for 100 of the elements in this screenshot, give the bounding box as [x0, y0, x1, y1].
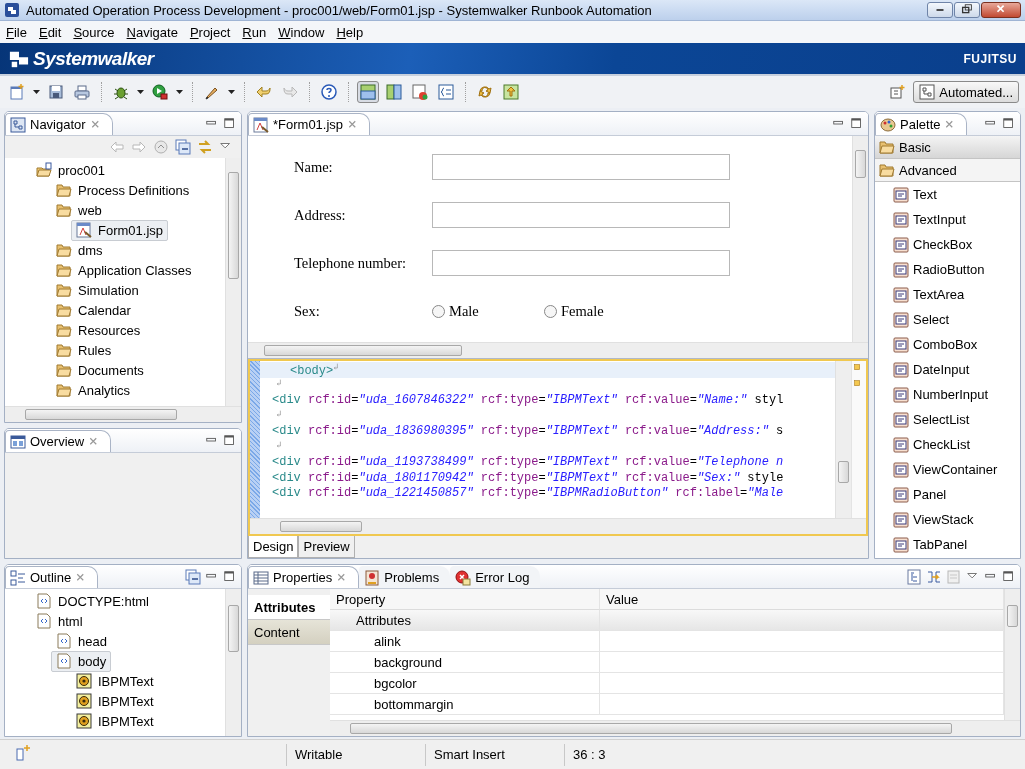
tree-item[interactable]: DOCTYPE:html — [31, 590, 154, 612]
filter-icon[interactable] — [926, 568, 942, 585]
horizontal-scrollbar[interactable] — [330, 720, 1020, 736]
palette-item[interactable]: ViewContainer — [893, 457, 1020, 482]
tree-item[interactable]: Form01.jsp — [71, 219, 169, 241]
tree-item[interactable]: head — [51, 630, 112, 652]
menu-item[interactable]: Edit — [32, 24, 68, 40]
caret-icon[interactable] — [227, 88, 236, 96]
input-field[interactable] — [432, 202, 730, 228]
vertical-scrollbar[interactable] — [835, 361, 851, 518]
view-tab[interactable]: Problems — [359, 566, 451, 588]
help-button[interactable] — [318, 81, 340, 103]
menu-item[interactable]: Window — [272, 24, 331, 40]
palette-item[interactable]: ComboBox — [893, 332, 1020, 357]
column-header[interactable]: Value — [600, 589, 1004, 610]
palette-item[interactable]: SelectList — [893, 407, 1020, 432]
tree-item[interactable]: web — [51, 199, 107, 221]
palette-item[interactable]: TabPanel — [893, 532, 1020, 557]
collapse-all-icon[interactable] — [185, 568, 201, 585]
editor-tab[interactable]: Preview — [298, 536, 355, 558]
palette-item[interactable]: TextArea — [893, 282, 1020, 307]
tree-item[interactable]: Application Classes — [51, 259, 197, 281]
tree-item[interactable]: Process Definitions — [51, 179, 195, 201]
view-tab[interactable]: Outline — [5, 566, 99, 588]
tree-item[interactable]: proc001 — [31, 159, 110, 181]
source-button[interactable] — [435, 81, 457, 103]
radio-button[interactable]: Female — [544, 302, 656, 320]
section-tab[interactable]: Content — [248, 620, 330, 645]
maximize-icon[interactable] — [223, 116, 237, 131]
tree-item[interactable]: dms — [51, 239, 108, 261]
close-button[interactable] — [981, 2, 1021, 18]
palette-item[interactable]: CheckBox — [893, 232, 1020, 257]
perspective-button[interactable]: Automated... — [913, 81, 1019, 103]
tree-item[interactable]: IBPMText — [71, 670, 159, 692]
minimize-button[interactable] — [927, 2, 953, 18]
vertical-scrollbar[interactable] — [225, 158, 241, 406]
export-button[interactable] — [500, 81, 522, 103]
palette-item[interactable]: Panel — [893, 482, 1020, 507]
tree-item[interactable]: Simulation — [51, 279, 144, 301]
caret-icon[interactable] — [136, 88, 145, 96]
up-icon[interactable] — [153, 139, 169, 155]
menu-item[interactable]: File — [0, 24, 33, 40]
tree-item[interactable]: Analytics — [51, 379, 136, 401]
tree-item[interactable]: Rules — [51, 339, 117, 361]
tree-item[interactable]: Documents — [51, 359, 149, 381]
palette-item[interactable]: DateInput — [893, 357, 1020, 382]
tree-item[interactable]: IBPMText — [71, 690, 159, 712]
palette-drawer[interactable]: Basic — [875, 136, 1020, 159]
palette-item[interactable]: RadioButton — [893, 257, 1020, 282]
run-button[interactable] — [149, 81, 171, 103]
palette-item[interactable]: NumberInput — [893, 382, 1020, 407]
tree-item[interactable]: Resources — [51, 319, 146, 341]
tree-item[interactable]: Calendar — [51, 299, 136, 321]
view-tab[interactable]: Error Log — [450, 566, 541, 588]
palette-item[interactable]: TextInput — [893, 207, 1020, 232]
palette-drawer[interactable]: Advanced — [875, 159, 1020, 182]
horizontal-scrollbar[interactable] — [248, 342, 868, 358]
horizontal-scrollbar[interactable] — [250, 518, 866, 534]
tree-item[interactable]: body — [51, 650, 112, 672]
editor-tab[interactable]: Design — [248, 536, 299, 558]
menu-item[interactable]: Project — [183, 24, 237, 40]
view-tab[interactable]: Palette — [875, 113, 968, 135]
back-icon[interactable] — [109, 139, 125, 155]
maximize-icon[interactable] — [223, 569, 237, 584]
menu-item[interactable]: Run — [236, 24, 273, 40]
palette-item[interactable]: Text — [893, 182, 1020, 207]
palette-item[interactable]: Select — [893, 307, 1020, 332]
forward-icon[interactable] — [131, 139, 147, 155]
maximize-icon[interactable] — [850, 116, 864, 131]
tree-item[interactable]: IBPMText — [71, 710, 159, 732]
vertical-scrollbar[interactable] — [225, 589, 241, 736]
maximize-icon[interactable] — [1002, 116, 1016, 131]
horizontal-scrollbar[interactable] — [5, 406, 241, 422]
vertical-scrollbar[interactable] — [1004, 589, 1020, 720]
palette-item[interactable]: ViewStack — [893, 507, 1020, 532]
radio-button[interactable]: Male — [432, 302, 544, 320]
input-field[interactable] — [432, 250, 730, 276]
tree-item[interactable]: html — [31, 610, 88, 632]
menu-item[interactable]: Navigate — [120, 24, 184, 40]
view-tab[interactable]: *Form01.jsp — [248, 113, 371, 135]
caret-icon[interactable] — [175, 88, 184, 96]
maximize-icon[interactable] — [223, 433, 237, 448]
palette-item[interactable]: CheckList — [893, 432, 1020, 457]
split-layout-button[interactable] — [357, 81, 379, 103]
view-tab[interactable]: Navigator — [5, 113, 113, 135]
columns-layout-button[interactable] — [383, 81, 405, 103]
caret-icon[interactable] — [32, 88, 41, 96]
link-icon[interactable] — [197, 139, 213, 155]
tree-icon[interactable] — [906, 568, 922, 585]
collapse-all-icon[interactable] — [175, 139, 191, 155]
column-header[interactable]: Property — [330, 589, 600, 610]
view-tab[interactable]: Properties — [248, 566, 360, 588]
vertical-scrollbar[interactable] — [852, 136, 868, 342]
input-field[interactable] — [432, 154, 730, 180]
maximize-icon[interactable] — [1002, 569, 1016, 584]
menu-item[interactable]: Source — [67, 24, 121, 40]
section-tab[interactable]: Attributes — [248, 595, 330, 620]
menu-item[interactable]: Help — [330, 24, 370, 40]
restore-button[interactable] — [954, 2, 980, 18]
view-tab[interactable]: Overview — [5, 430, 112, 452]
